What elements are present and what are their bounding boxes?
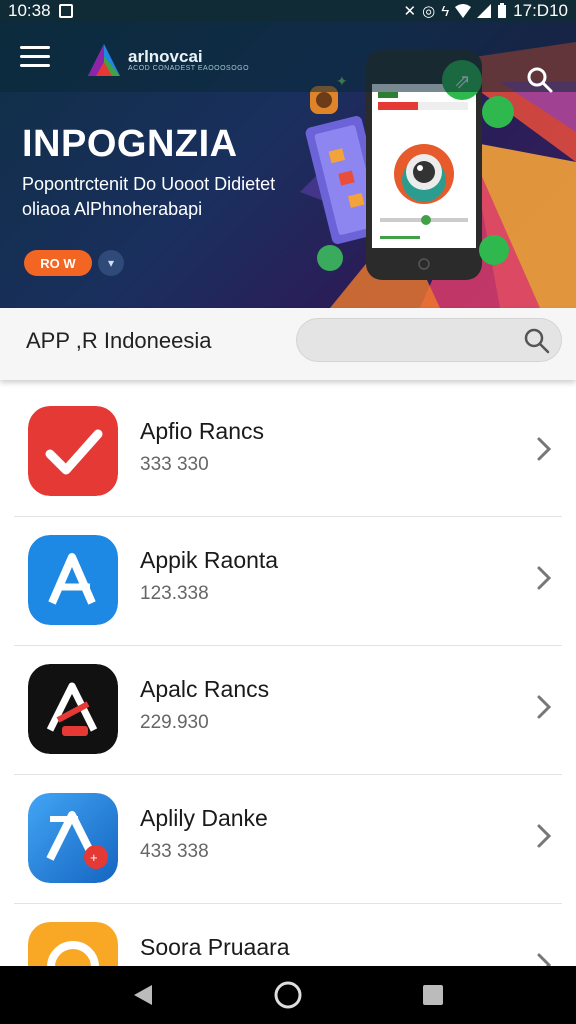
wifi-icon bbox=[455, 4, 472, 18]
battery-icon bbox=[498, 3, 507, 18]
list-item[interactable]: Appik Raonta 123.338 bbox=[0, 517, 576, 646]
hero-subtitle-line1: Popontrctenit Do Uooot Didietet bbox=[22, 174, 276, 194]
home-button[interactable] bbox=[270, 977, 306, 1013]
section-title: APP ,R Indoneesia bbox=[26, 328, 212, 353]
list-item[interactable]: Apfio Rancs 333 330 bbox=[0, 388, 576, 517]
chevron-right-icon bbox=[537, 695, 552, 719]
logo-text: arlnovcai bbox=[128, 46, 203, 66]
chevron-right-icon bbox=[537, 437, 552, 461]
recents-square-icon bbox=[423, 985, 444, 1005]
image-icon bbox=[58, 4, 73, 18]
app-name: Soora Pruaara bbox=[140, 934, 290, 960]
bluetooth-icon: ϟ bbox=[441, 2, 450, 20]
hero-title: INPOGNZIA bbox=[22, 123, 238, 165]
search-icon bbox=[524, 328, 550, 354]
app-name: Apalc Rancs bbox=[140, 676, 270, 702]
status-time-right: 17:D10 bbox=[513, 1, 568, 20]
app-list: Apfio Rancs 333 330 Appik Raonta 123.338 bbox=[0, 388, 576, 1024]
mute-icon: ✕ bbox=[403, 2, 417, 20]
chevron-right-icon bbox=[537, 824, 552, 848]
app-meta: 333 330 bbox=[140, 454, 209, 475]
menu-button[interactable] bbox=[20, 46, 50, 70]
logo-mark-icon bbox=[88, 44, 120, 76]
back-button[interactable] bbox=[125, 977, 161, 1013]
black-a-icon bbox=[28, 664, 118, 754]
alarm-icon: ◎ bbox=[422, 2, 436, 20]
hero-subtitle: Popontrctenit Do Uooot Didietet oliaoa A… bbox=[22, 172, 322, 222]
menu-line-icon bbox=[20, 46, 50, 49]
list-item[interactable]: Apalc Rancs 229.930 bbox=[0, 646, 576, 775]
status-time-left: 10:38 bbox=[8, 1, 51, 20]
app-name: Aplily Danke bbox=[140, 805, 268, 831]
svg-text:+: + bbox=[90, 850, 98, 865]
menu-line-icon bbox=[20, 64, 50, 67]
app-screen: 10:38 ✕ ◎ ϟ 17:D10 arlnovcai ACOD CONADE… bbox=[0, 0, 576, 1024]
recents-button[interactable] bbox=[415, 977, 451, 1013]
app-name: Apfio Rancs bbox=[140, 418, 265, 444]
hero-secondary-button[interactable]: ▾ bbox=[98, 250, 124, 276]
app-logo[interactable]: arlnovcai ACOD CONADEST EAOOOSOGO bbox=[84, 42, 249, 78]
hero-primary-button[interactable]: RO W bbox=[24, 250, 92, 276]
status-bar: 10:38 ✕ ◎ ϟ 17:D10 bbox=[0, 0, 576, 22]
back-triangle-icon bbox=[133, 985, 152, 1005]
system-nav-bar bbox=[0, 966, 576, 1024]
app-meta: 229.930 bbox=[140, 712, 209, 733]
search-band: APP ,R Indoneesia bbox=[0, 308, 576, 380]
search-input[interactable] bbox=[296, 318, 562, 362]
app-name: Appik Raonta bbox=[140, 547, 279, 573]
blue-gradient-a-icon: + bbox=[28, 793, 118, 883]
menu-line-icon bbox=[20, 55, 50, 58]
app-meta: 123.338 bbox=[140, 583, 209, 604]
list-item[interactable]: + Aplily Danke 433 338 bbox=[0, 775, 576, 904]
blue-a-icon bbox=[28, 535, 118, 625]
home-circle-icon bbox=[274, 981, 302, 1009]
hero-subtitle-line2: oliaoa AlPhnoherabapi bbox=[22, 199, 203, 219]
hero-banner: ⇗ ✦ arlnovcai ACOD CONADEST EAOOOSOGO bbox=[0, 22, 576, 308]
logo-subtext: ACOD CONADEST EAOOOSOGO bbox=[128, 64, 250, 72]
chevron-right-icon bbox=[537, 566, 552, 590]
search-icon[interactable] bbox=[526, 66, 554, 94]
signal-icon bbox=[477, 4, 492, 18]
red-check-icon bbox=[28, 406, 118, 496]
app-meta: 433 338 bbox=[140, 841, 209, 862]
